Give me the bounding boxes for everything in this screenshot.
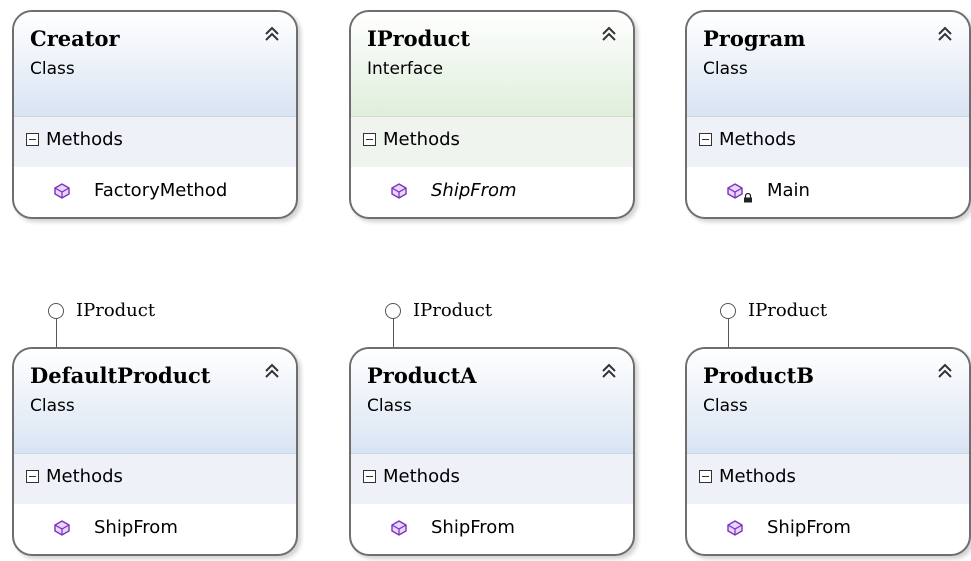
class-name: Program <box>703 26 806 51</box>
lollipop-icon <box>48 303 64 319</box>
method-cube-icon <box>391 183 407 199</box>
method-name: ShipFrom <box>431 180 517 201</box>
lollipop-label: IProduct <box>413 300 493 321</box>
double-chevron-up-icon[interactable] <box>935 24 955 44</box>
method-name: Main <box>767 180 810 201</box>
double-chevron-up-icon[interactable] <box>262 24 282 44</box>
method-name: ShipFrom <box>431 517 515 538</box>
methods-section-header[interactable]: Methods <box>351 454 633 504</box>
method-name: ShipFrom <box>94 517 178 538</box>
method-name: ShipFrom <box>767 517 851 538</box>
lollipop-stem <box>727 319 729 348</box>
methods-section-header[interactable]: Methods <box>687 454 969 504</box>
methods-section-header[interactable]: Methods <box>14 454 296 504</box>
method-cube-icon <box>727 520 743 536</box>
method-cube-icon <box>54 183 70 199</box>
class-header: DefaultProduct Class <box>14 349 296 454</box>
minus-box-icon[interactable] <box>363 470 376 483</box>
interface-kind: Interface <box>367 59 444 79</box>
class-header: Program Class <box>687 12 969 117</box>
interface-name: IProduct <box>367 26 471 51</box>
class-name: ProductA <box>367 363 477 388</box>
minus-box-icon[interactable] <box>26 470 39 483</box>
method-cube-icon <box>54 520 70 536</box>
interface-header: IProduct Interface <box>351 12 633 117</box>
class-box-creator[interactable]: Creator Class Methods FactoryMethod <box>12 10 298 219</box>
class-header: ProductA Class <box>351 349 633 454</box>
minus-box-icon[interactable] <box>363 133 376 146</box>
method-name: FactoryMethod <box>94 180 228 201</box>
interface-lollipop: IProduct <box>357 300 557 348</box>
method-row[interactable]: ShipFrom <box>687 504 969 554</box>
class-kind: Class <box>703 396 748 416</box>
class-name: Creator <box>30 26 120 51</box>
double-chevron-up-icon[interactable] <box>599 361 619 381</box>
lollipop-label: IProduct <box>748 300 828 321</box>
lollipop-stem <box>55 319 57 348</box>
method-row[interactable]: ShipFrom <box>351 167 633 217</box>
class-box-defaultproduct[interactable]: DefaultProduct Class Methods ShipFrom <box>12 347 298 556</box>
minus-box-icon[interactable] <box>699 133 712 146</box>
class-box-productb[interactable]: ProductB Class Methods ShipFrom <box>685 347 971 556</box>
class-box-producta[interactable]: ProductA Class Methods ShipFrom <box>349 347 635 556</box>
section-label: Methods <box>46 466 123 487</box>
lollipop-label: IProduct <box>76 300 156 321</box>
section-label: Methods <box>46 129 123 150</box>
section-label: Methods <box>719 466 796 487</box>
lock-icon <box>744 193 752 203</box>
minus-box-icon[interactable] <box>699 470 712 483</box>
class-kind: Class <box>30 396 75 416</box>
double-chevron-up-icon[interactable] <box>262 361 282 381</box>
methods-section-header[interactable]: Methods <box>351 117 633 167</box>
class-name: ProductB <box>703 363 815 388</box>
method-row[interactable]: ShipFrom <box>14 504 296 554</box>
method-cube-icon <box>727 183 743 199</box>
double-chevron-up-icon[interactable] <box>599 24 619 44</box>
method-row[interactable]: ShipFrom <box>351 504 633 554</box>
section-label: Methods <box>383 466 460 487</box>
minus-box-icon[interactable] <box>26 133 39 146</box>
interface-box-iproduct[interactable]: IProduct Interface Methods ShipFrom <box>349 10 635 219</box>
lollipop-stem <box>392 319 394 348</box>
methods-section-header[interactable]: Methods <box>14 117 296 167</box>
section-label: Methods <box>719 129 796 150</box>
class-name: DefaultProduct <box>30 363 211 388</box>
class-box-program[interactable]: Program Class Methods Main <box>685 10 971 219</box>
class-header: ProductB Class <box>687 349 969 454</box>
methods-section-header[interactable]: Methods <box>687 117 969 167</box>
lollipop-icon <box>720 303 736 319</box>
double-chevron-up-icon[interactable] <box>935 361 955 381</box>
method-cube-icon <box>391 520 407 536</box>
class-kind: Class <box>30 59 75 79</box>
section-label: Methods <box>383 129 460 150</box>
interface-lollipop: IProduct <box>692 300 892 348</box>
class-header: Creator Class <box>14 12 296 117</box>
lollipop-icon <box>385 303 401 319</box>
interface-lollipop: IProduct <box>20 300 220 348</box>
method-row[interactable]: FactoryMethod <box>14 167 296 217</box>
class-kind: Class <box>367 396 412 416</box>
method-row[interactable]: Main <box>687 167 969 217</box>
class-kind: Class <box>703 59 748 79</box>
